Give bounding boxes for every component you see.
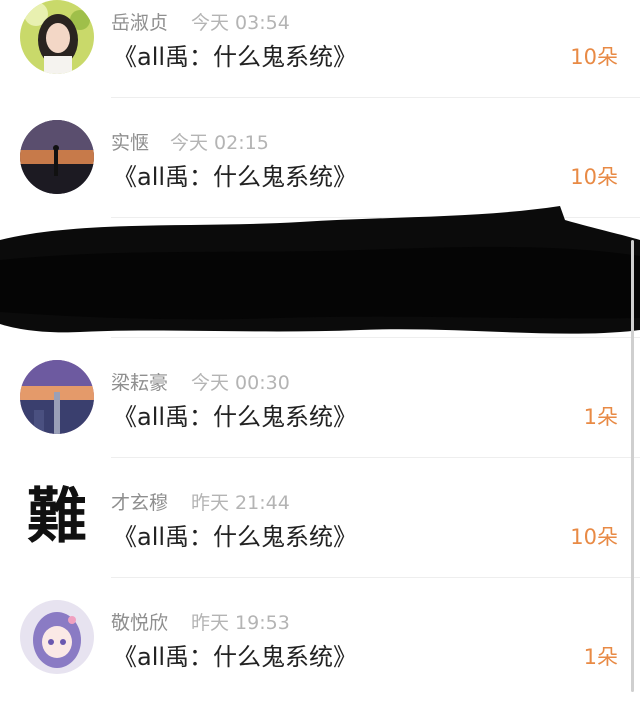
girl-portrait-avatar[interactable] bbox=[20, 0, 94, 74]
message-time: 今天 00:30 bbox=[191, 372, 290, 394]
work-title[interactable]: 《all禹：什么鬼系统》 bbox=[113, 157, 357, 192]
sender-name: 梁耘豪 bbox=[111, 372, 169, 394]
work-title[interactable]: 《all禹：什么鬼系统》 bbox=[113, 517, 357, 552]
work-title[interactable]: 《all禹：什么鬼系统》 bbox=[113, 37, 357, 72]
sender-name: 敬悦欣 bbox=[111, 612, 169, 634]
list-item[interactable]: 敬悦欣 昨天 19:53 《all禹：什么鬼系统》 1朵 bbox=[0, 600, 640, 720]
sender-name: 才玄穆 bbox=[111, 492, 169, 514]
flower-count: 1朵 bbox=[583, 405, 618, 429]
scrollbar[interactable] bbox=[631, 240, 634, 692]
divider bbox=[111, 457, 640, 458]
message-time: 今天 02:15 bbox=[170, 132, 269, 154]
sender-name: 岳淑贞 bbox=[111, 12, 169, 34]
gift-message-list: 岳淑贞 今天 03:54 《all禹：什么鬼系统》 10朵 实惬 今天 02:1… bbox=[0, 0, 640, 692]
work-title[interactable]: 《all禹：这都是些什么啊?》 bbox=[113, 277, 418, 312]
work-title[interactable]: 《all禹：什么鬼系统》 bbox=[113, 637, 357, 672]
work-title[interactable]: 《all禹：什么鬼系统》 bbox=[113, 397, 357, 432]
city-dusk-avatar[interactable] bbox=[20, 360, 94, 434]
list-item[interactable]: 实惬 今天 02:15 《all禹：什么鬼系统》 10朵 bbox=[0, 120, 640, 240]
redacted-avatar[interactable] bbox=[20, 240, 94, 314]
anime-girl-avatar[interactable] bbox=[20, 600, 94, 674]
flower-count: 10朵 bbox=[570, 165, 618, 189]
list-item[interactable]: 岳淑贞 今天 03:54 《all禹：什么鬼系统》 10朵 bbox=[0, 0, 640, 120]
calligraphy-character: 難 bbox=[27, 482, 87, 552]
sunset-silhouette-avatar[interactable] bbox=[20, 120, 94, 194]
sender-name: 实惬 bbox=[111, 132, 150, 154]
message-time: 今天 03:54 bbox=[191, 12, 290, 34]
list-item[interactable]: 梁耘豪 今天 00:30 《all禹：什么鬼系统》 1朵 bbox=[0, 360, 640, 480]
flower-count: 1朵 bbox=[583, 285, 618, 309]
flower-count: 10朵 bbox=[570, 45, 618, 69]
flower-count: 1朵 bbox=[583, 645, 618, 669]
divider bbox=[111, 337, 640, 338]
flower-count: 10朵 bbox=[570, 525, 618, 549]
divider bbox=[111, 217, 640, 218]
divider bbox=[111, 577, 640, 578]
message-time: 昨天 21:44 bbox=[191, 492, 290, 514]
divider bbox=[111, 97, 640, 98]
calligraphy-nan-avatar[interactable]: 難 bbox=[20, 480, 94, 554]
message-time: 昨天 19:53 bbox=[191, 612, 290, 634]
list-item[interactable]: 難 才玄穆 昨天 21:44 《all禹：什么鬼系统》 10朵 bbox=[0, 480, 640, 600]
list-item[interactable]: 《all禹：这都是些什么啊?》 1朵 bbox=[0, 240, 640, 360]
